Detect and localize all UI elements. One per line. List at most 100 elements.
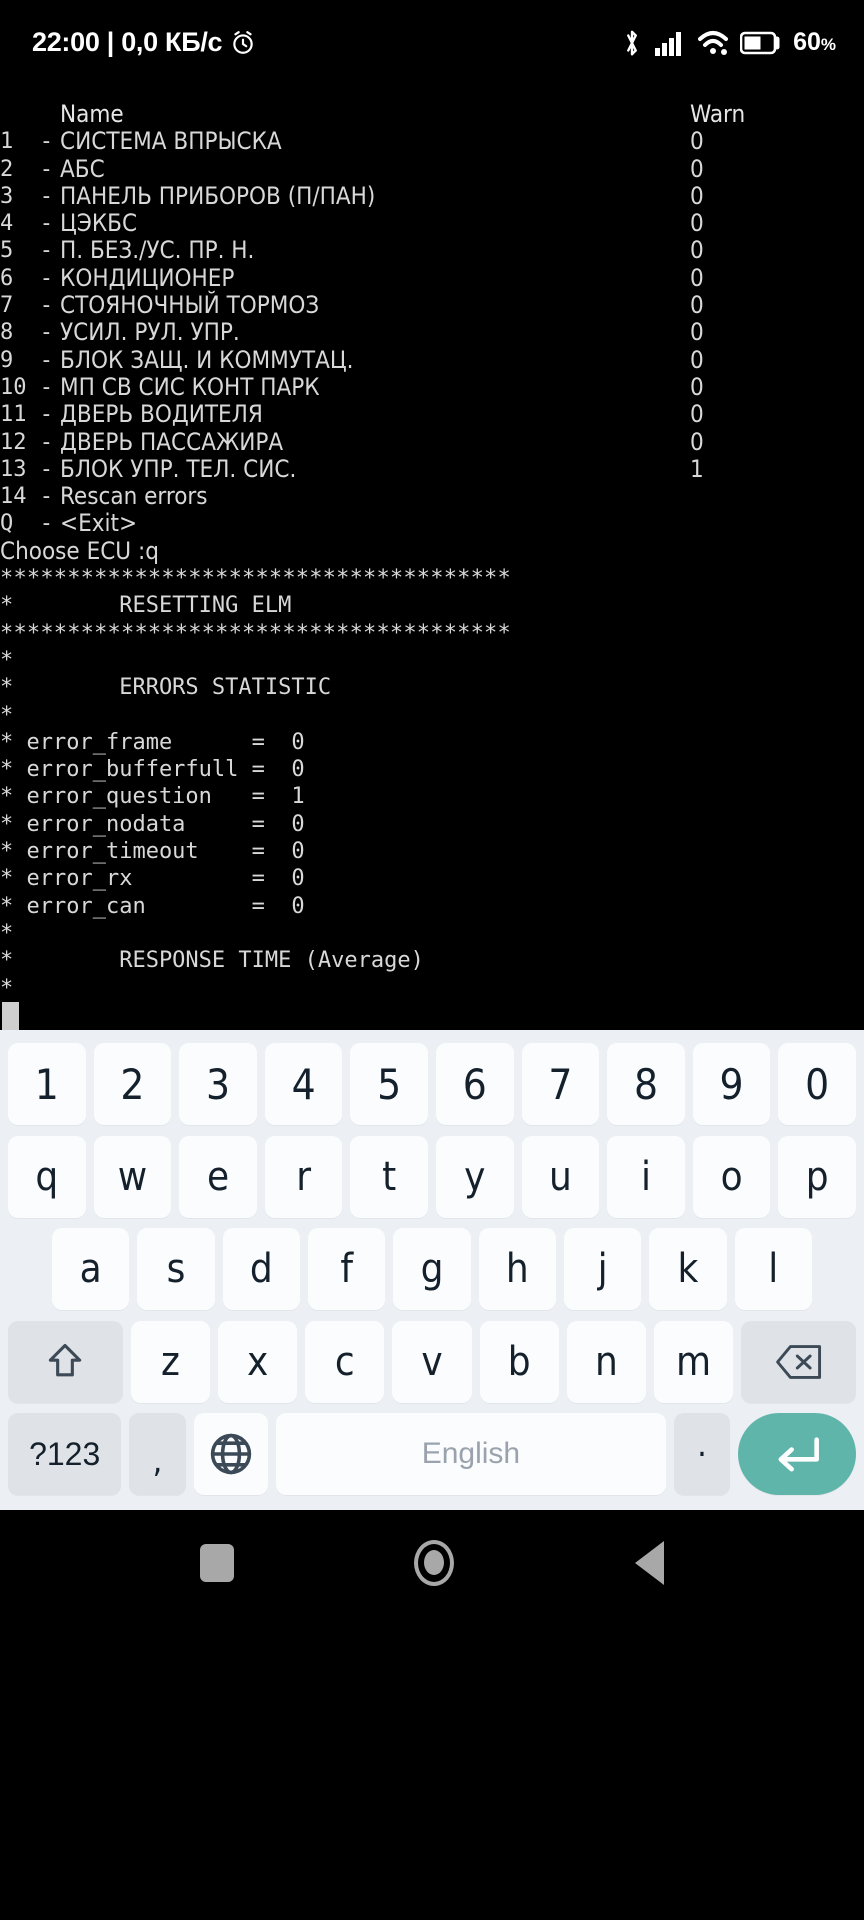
key-q[interactable]: q [8,1135,86,1218]
key-2[interactable]: 2 [93,1043,172,1125]
status-bar-right: 60% [621,28,836,58]
key-x[interactable]: x [218,1320,298,1403]
home-circle-icon[interactable] [414,1539,455,1586]
key-r[interactable]: r [264,1135,343,1218]
ecu-row-warn-count: 1 [690,454,704,483]
errors-statistic-title: * ERRORS STATISTIC [0,675,332,701]
key-1[interactable]: 1 [8,1043,86,1125]
terminal-output[interactable]: Name Warn 1 - СИСТЕМА ВПРЫСКА 0 2 - АБС 0 3 - П… [0,85,864,1030]
key-g[interactable]: g [393,1228,471,1310]
key-p[interactable]: p [778,1135,856,1218]
ecu-table-header: Name Warn [0,100,864,128]
ecu-row-index: 8 - [0,320,53,346]
ecu-row[interactable]: 5 - П. БЕЗ./УС. ПР. Н. 0 [0,236,864,265]
key-w[interactable]: w [93,1135,172,1218]
ecu-row-name: <Exit> [60,509,138,538]
key-h[interactable]: h [478,1228,556,1310]
cellular-signal-icon [654,29,686,57]
status-clock: 22:00 | 0,0 КБ/с [32,27,223,57]
ecu-row-index: Q - [0,511,53,537]
key-d[interactable]: d [222,1228,300,1310]
ecu-row-name: ДВЕРЬ ПАССАЖИРА [60,427,284,456]
key-7[interactable]: 7 [521,1043,600,1125]
ecu-row-warn-count: 0 [690,154,704,183]
shift-key[interactable] [8,1320,123,1403]
key-k[interactable]: k [649,1228,727,1310]
key-c[interactable]: c [305,1320,385,1403]
error-statistic-line: * error_rx = 0 [0,866,305,892]
ecu-row-warn-count: 0 [690,236,704,265]
key-l[interactable]: l [734,1228,812,1310]
key-0[interactable]: 0 [778,1043,856,1125]
ecu-row[interactable]: 14 - Rescan errors [0,482,864,510]
enter-key[interactable] [738,1413,856,1495]
ecu-row[interactable]: 1 - СИСТЕМА ВПРЫСКА 0 [0,127,864,155]
virtual-keyboard[interactable]: 1234567890 qwertyuiop asdfghjkl zxcvbnm … [0,1030,864,1510]
prompt-line: Choose ECU :q [0,536,159,565]
period-key[interactable]: . [673,1413,731,1495]
key-b[interactable]: b [479,1320,559,1403]
ecu-row[interactable]: 11 - ДВЕРЬ ВОДИТЕЛЯ 0 [0,400,864,428]
ecu-row-index: 9 - [0,347,53,373]
key-v[interactable]: v [392,1320,472,1403]
key-3[interactable]: 3 [179,1043,257,1125]
back-triangle-icon[interactable] [634,1540,664,1585]
ecu-row-index: 6 - [0,265,53,291]
ecu-row-warn-count: 0 [690,372,704,401]
ecu-row[interactable]: 10 - МП СВ СИС КОНТ ПАРК 0 [0,372,864,401]
ecu-row[interactable]: Q - <Exit> [0,509,864,538]
ecu-row[interactable]: 6 - КОНДИЦИОНЕР 0 [0,264,864,292]
key-8[interactable]: 8 [607,1043,685,1125]
key-4[interactable]: 4 [264,1043,343,1125]
key-o[interactable]: o [692,1135,771,1218]
ecu-row[interactable]: 4 - ЦЭКБС 0 [0,209,864,237]
key-5[interactable]: 5 [350,1043,428,1125]
battery-level: 60% [793,28,836,56]
enter-arrow-icon [778,1437,819,1472]
ecu-row-index: 5 - [0,238,53,264]
key-f[interactable]: f [308,1228,386,1310]
key-y[interactable]: y [436,1135,514,1218]
key-s[interactable]: s [137,1228,215,1310]
ecu-row[interactable]: 2 - АБС 0 [0,154,864,183]
key-i[interactable]: i [607,1135,685,1218]
key-e[interactable]: e [179,1135,257,1218]
key-z[interactable]: z [130,1320,211,1403]
block-cursor [2,1001,19,1030]
comma-key[interactable]: , [129,1413,186,1495]
ecu-row[interactable]: 8 - УСИЛ. РУЛ. УПР. 0 [0,318,864,347]
key-9[interactable]: 9 [692,1043,771,1125]
ecu-row[interactable]: 7 - СТОЯНОЧНЫЙ ТОРМОЗ 0 [0,291,864,319]
symbols-key[interactable]: ?123 [8,1413,122,1495]
ecu-row-name: АБС [60,154,105,183]
ecu-row-name: БЛОК УПР. ТЕЛ. СИС. [60,454,297,483]
space-key[interactable]: English [275,1413,666,1495]
backspace-key[interactable] [741,1320,856,1403]
resetting-elm-title: * RESETTING ELM [0,593,292,619]
ecu-row[interactable]: 3 - ПАНЕЛЬ ПРИБОРОВ (П/ПАН) 0 [0,182,864,210]
ecu-row[interactable]: 9 - БЛОК ЗАЩ. И КОММУТАЦ. 0 [0,345,864,374]
keyboard-row-asdf: asdfghjkl [4,1227,860,1311]
android-navigation-bar[interactable] [0,1510,864,1615]
key-u[interactable]: u [521,1135,600,1218]
key-m[interactable]: m [653,1320,734,1403]
ecu-row-index: 12 - [0,429,53,455]
error-statistic-line: * error_question = 1 [0,784,305,810]
error-statistic-line: * error_can = 0 [0,893,305,919]
key-n[interactable]: n [566,1320,646,1403]
ecu-row[interactable]: 13 - БЛОК УПР. ТЕЛ. СИС. 1 [0,454,864,483]
error-statistic-line: * error_frame = 0 [0,729,305,755]
globe-key[interactable] [193,1413,268,1495]
key-6[interactable]: 6 [436,1043,514,1125]
ecu-row[interactable]: 12 - ДВЕРЬ ПАССАЖИРА 0 [0,427,864,456]
ecu-row-name: БЛОК ЗАЩ. И КОММУТАЦ. [60,345,354,374]
ecu-row-index: 3 - [0,183,53,209]
recents-square-icon[interactable] [200,1543,235,1582]
ecu-row-index: 7 - [0,293,53,319]
key-j[interactable]: j [563,1228,642,1310]
key-a[interactable]: a [52,1228,130,1310]
ecu-row-warn-count: 0 [690,318,704,347]
separator-line-1: ************************************** [0,566,511,592]
blank-star-line-3: * [0,920,14,946]
key-t[interactable]: t [350,1135,428,1218]
